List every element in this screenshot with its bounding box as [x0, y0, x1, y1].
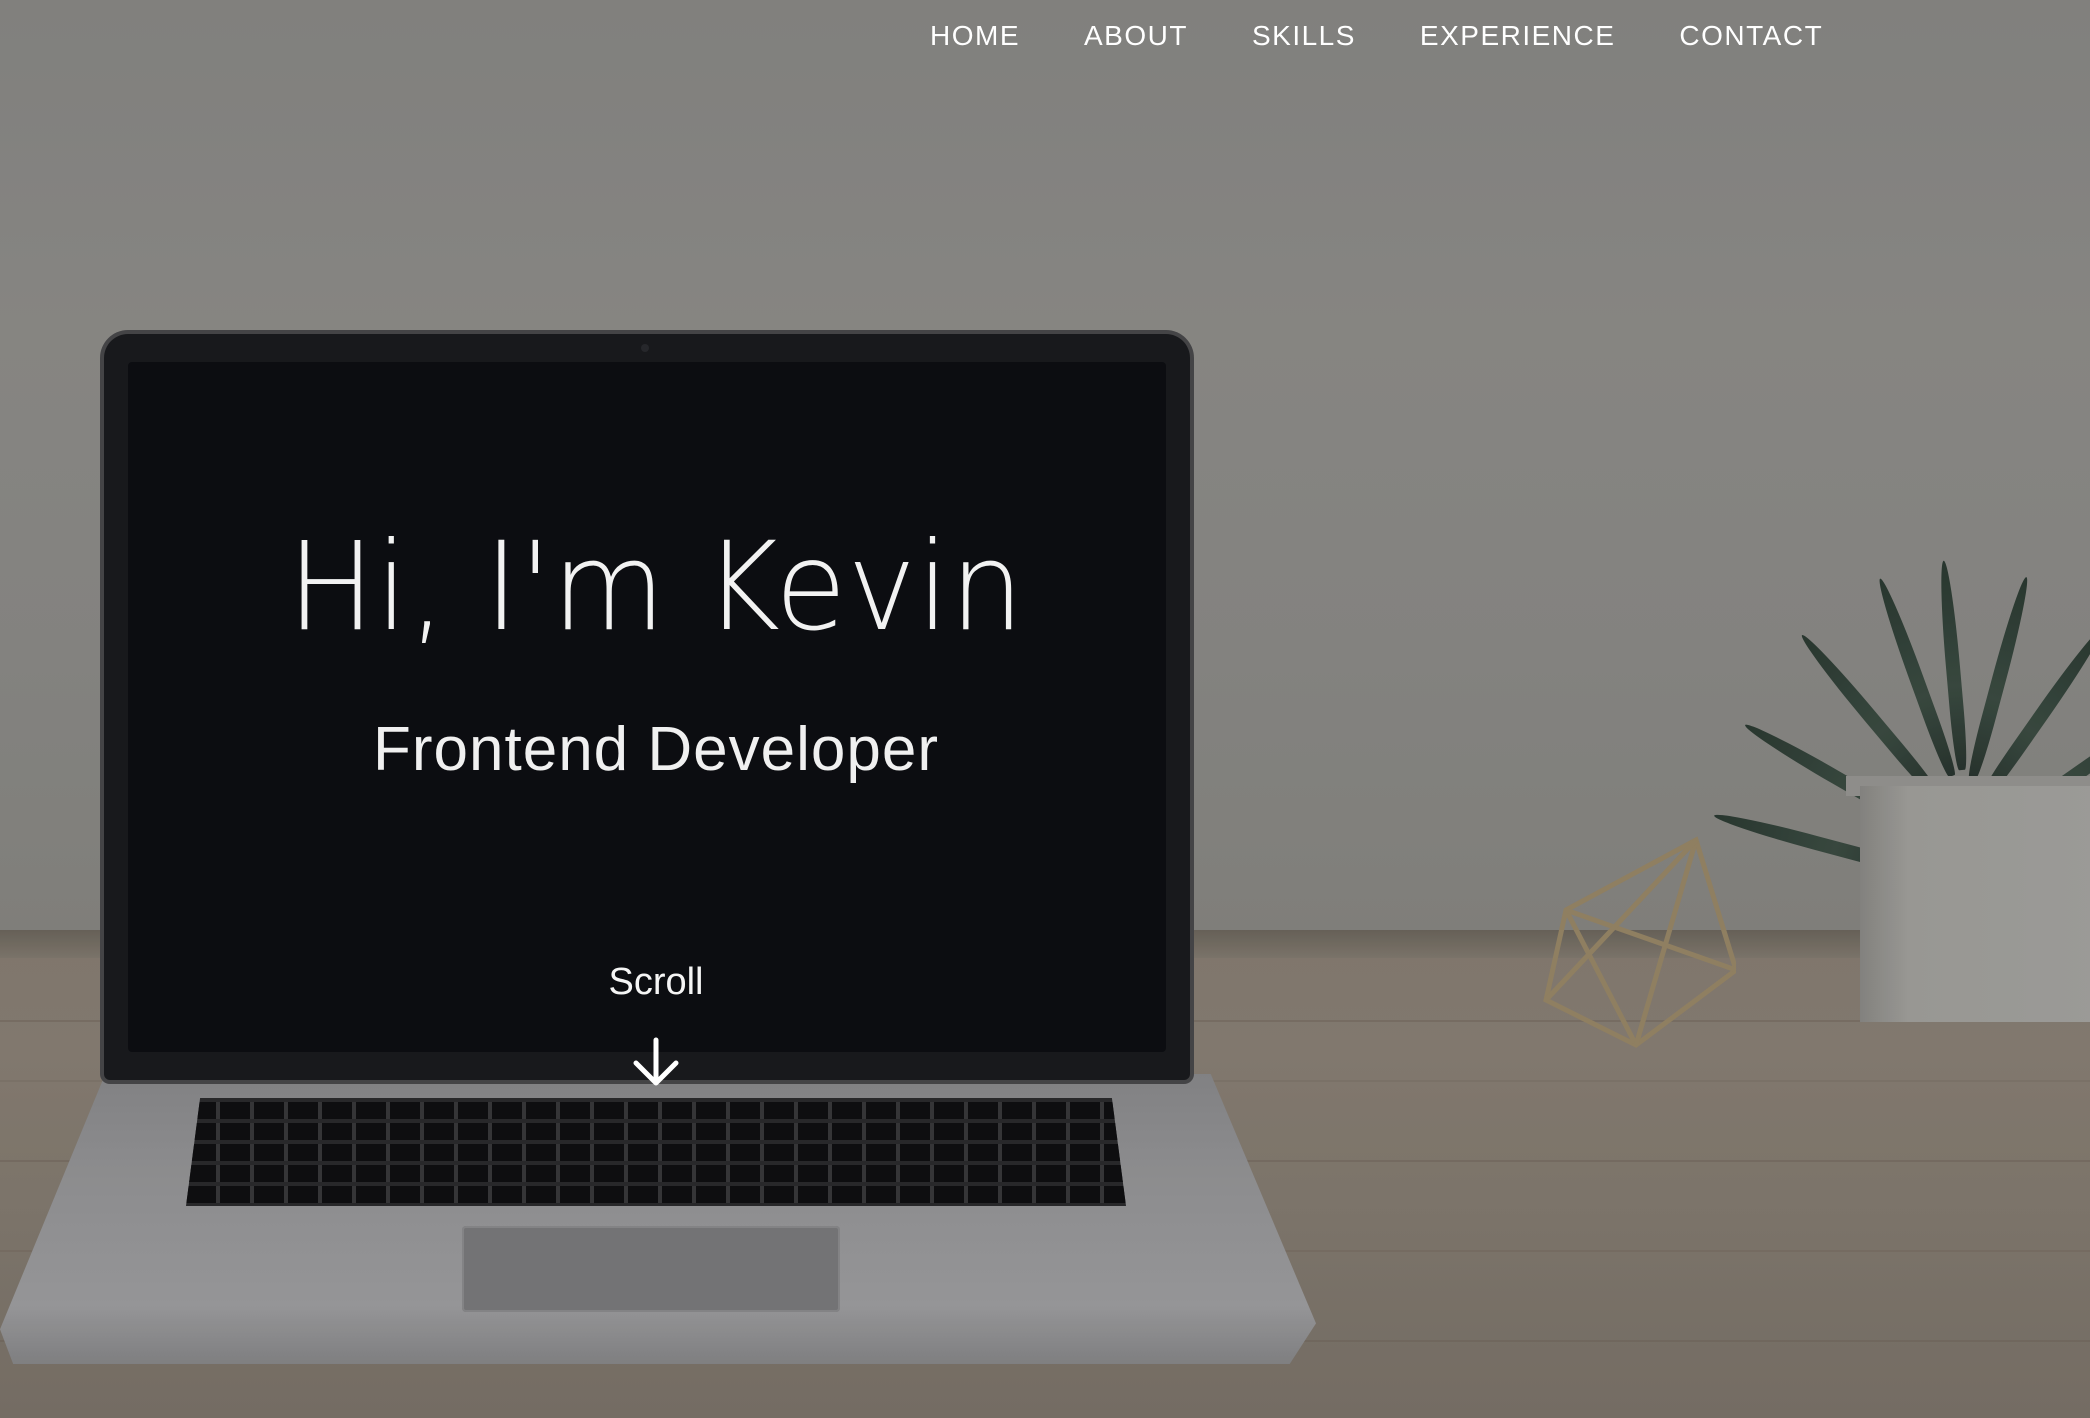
hero-title: Hi, I'm Kevin: [287, 516, 1025, 658]
main-nav: HOME ABOUT SKILLS EXPERIENCE CONTACT: [930, 20, 1887, 52]
nav-about[interactable]: ABOUT: [1084, 20, 1188, 52]
arrow-down-icon[interactable]: [630, 1036, 682, 1088]
hero-section: HOME ABOUT SKILLS EXPERIENCE CONTACT Hi,…: [0, 0, 2090, 1418]
nav-experience[interactable]: EXPERIENCE: [1420, 20, 1616, 52]
nav-home[interactable]: HOME: [930, 20, 1020, 52]
scroll-link[interactable]: Scroll: [0, 958, 1312, 1006]
hero-subtitle: Frontend Developer: [373, 715, 939, 784]
nav-skills[interactable]: SKILLS: [1252, 20, 1356, 52]
nav-contact[interactable]: CONTACT: [1679, 20, 1823, 52]
